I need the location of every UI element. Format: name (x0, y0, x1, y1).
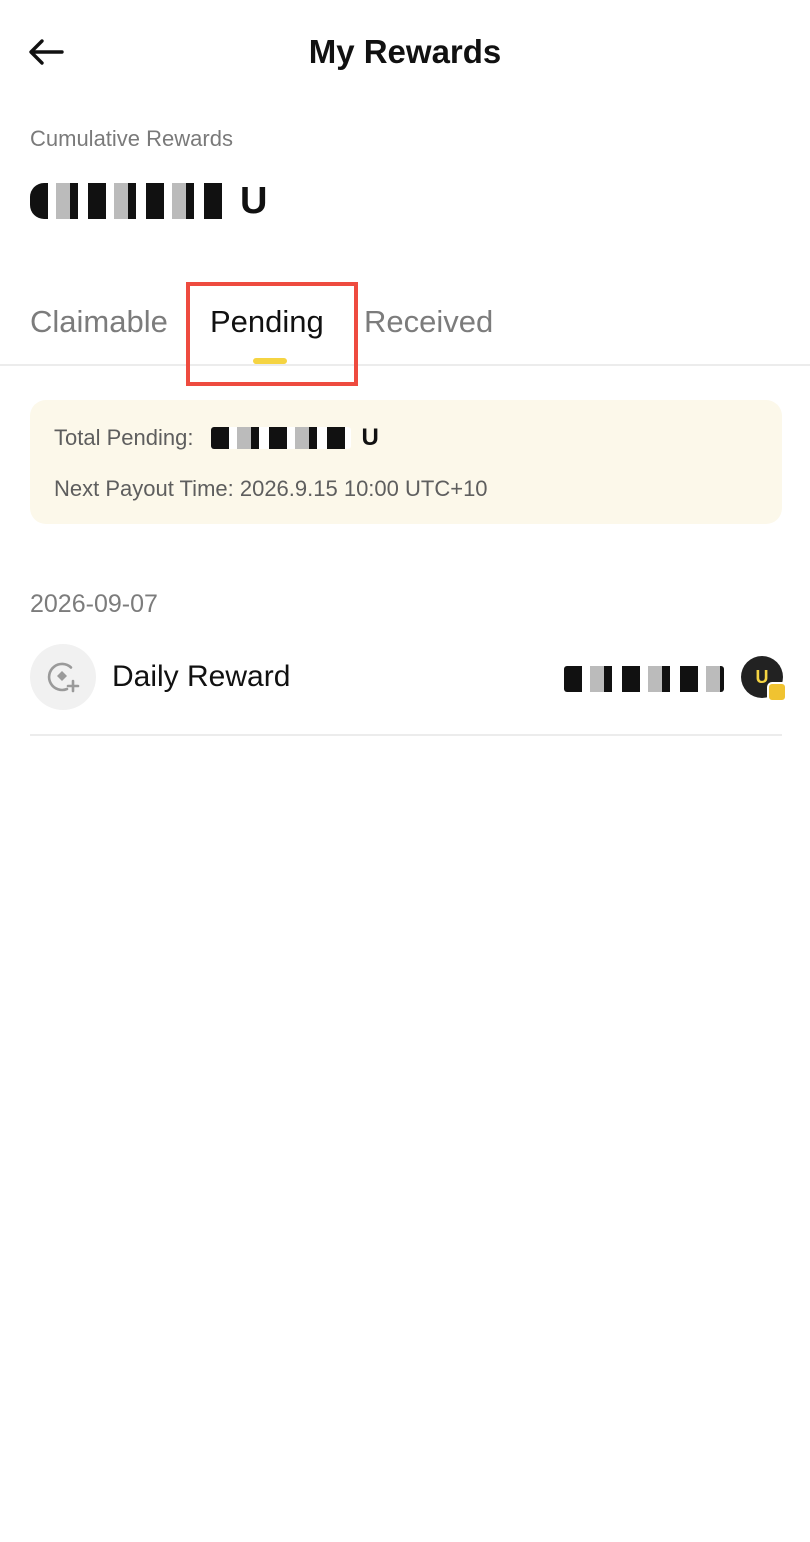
tab-pending[interactable]: Pending (210, 304, 324, 340)
item-title: Daily Reward (112, 660, 291, 693)
reward-add-icon (30, 644, 96, 710)
pending-summary-card: Total Pending: U Next Payout Time: 2026.… (30, 400, 782, 524)
page-title: My Rewards (308, 33, 502, 70)
tab-bar: Claimable Pending Received (0, 282, 810, 366)
masked-amount (211, 427, 352, 449)
total-pending-unit: U (361, 424, 379, 451)
cumulative-rewards-label: Cumulative Rewards (30, 126, 233, 151)
header: My Rewards (0, 0, 810, 104)
cumulative-rewards-value: U (30, 176, 267, 226)
cumulative-unit: U (240, 179, 268, 222)
active-tab-indicator (253, 358, 287, 364)
u-token-icon: U (741, 656, 787, 702)
total-pending-label: Total Pending: (54, 425, 194, 450)
list-item[interactable]: Daily Reward U (30, 642, 787, 736)
masked-amount (30, 183, 230, 219)
next-payout-time: Next Payout Time: 2026.9.15 10:00 UTC+10 (54, 476, 488, 501)
chain-badge-icon (767, 682, 787, 702)
tab-received[interactable]: Received (364, 304, 493, 340)
total-pending-row: Total Pending: U (54, 424, 379, 452)
tab-claimable[interactable]: Claimable (30, 304, 168, 340)
masked-amount (564, 666, 724, 692)
group-date: 2026-09-07 (30, 590, 158, 618)
